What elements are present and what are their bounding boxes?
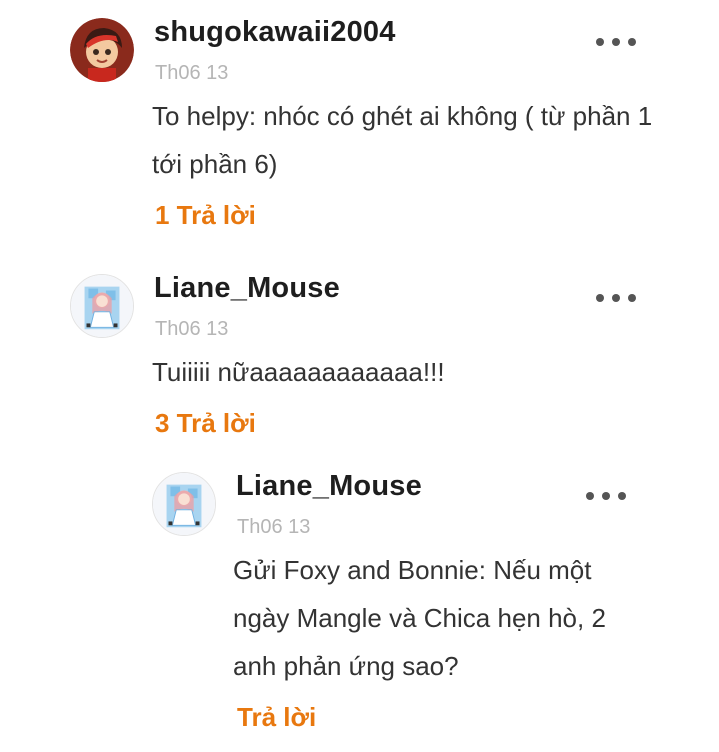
comment-date: Th06 13 bbox=[155, 318, 229, 340]
username[interactable]: shugokawaii2004 bbox=[154, 16, 396, 49]
anime-girl-avatar-icon[interactable] bbox=[152, 472, 216, 536]
more-options-icon[interactable] bbox=[586, 484, 626, 508]
anime-girl-avatar-icon[interactable] bbox=[70, 274, 134, 338]
boy-avatar-icon[interactable] bbox=[70, 18, 134, 82]
more-options-icon[interactable] bbox=[596, 286, 636, 310]
reply-count-link[interactable]: 3 Trả lời bbox=[155, 408, 256, 439]
comment-date: Th06 13 bbox=[155, 62, 229, 84]
reply-link[interactable]: Trả lời bbox=[237, 702, 316, 733]
username[interactable]: Liane_Mouse bbox=[236, 470, 422, 503]
comment-text: Gửi Foxy and Bonnie: Nếu một ngày Mangle… bbox=[233, 555, 606, 681]
comment-date: Th06 13 bbox=[237, 516, 311, 538]
comment-text: To helpy: nhóc có ghét ai không ( từ phầ… bbox=[152, 101, 653, 179]
comment-text: Tuiiiii nữaaaaaaaaaaaa!!! bbox=[152, 357, 445, 387]
reply-count-link[interactable]: 1 Trả lời bbox=[155, 200, 256, 231]
username[interactable]: Liane_Mouse bbox=[154, 272, 340, 305]
more-options-icon[interactable] bbox=[596, 30, 636, 54]
